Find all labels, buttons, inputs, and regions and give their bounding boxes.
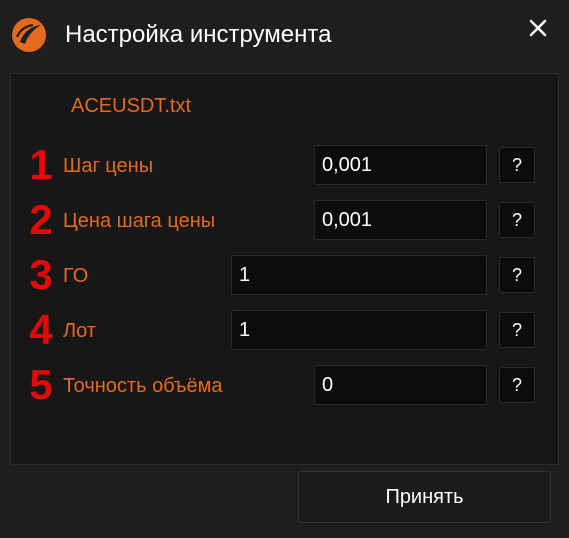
annotation-number-2: 2 — [29, 196, 53, 243]
volume-precision-label: Точность объёма — [63, 375, 223, 397]
volume-precision-help-button[interactable]: ? — [499, 367, 535, 403]
margin-help-button[interactable]: ? — [499, 257, 535, 293]
annotation-number-4: 4 — [29, 306, 53, 353]
close-button[interactable] — [521, 11, 555, 45]
app-logo-icon — [12, 18, 46, 52]
price-step-help-button[interactable]: ? — [499, 147, 535, 183]
instrument-file-name: ACEUSDT.txt — [71, 95, 192, 117]
volume-precision-input[interactable]: 0 — [314, 365, 487, 405]
annotation-number-3: 3 — [29, 251, 53, 298]
accept-button[interactable]: Принять — [298, 471, 551, 523]
lot-input[interactable]: 1 — [231, 310, 487, 350]
margin-input[interactable]: 1 — [231, 255, 487, 295]
margin-label: ГО — [63, 265, 89, 287]
price-step-label: Шаг цены — [63, 155, 154, 177]
close-icon — [529, 19, 547, 37]
annotation-number-5: 5 — [29, 361, 53, 408]
window-title: Настройка инструмента — [65, 21, 332, 48]
settings-panel: ACEUSDT.txt 1 Шаг цены 0,001 ? 2 Цена ша… — [10, 73, 559, 465]
lot-help-button[interactable]: ? — [499, 312, 535, 348]
price-step-value-input[interactable]: 0,001 — [314, 200, 487, 240]
price-step-input[interactable]: 0,001 — [314, 145, 487, 185]
price-step-value-help-button[interactable]: ? — [499, 202, 535, 238]
annotation-number-1: 1 — [29, 141, 53, 188]
price-step-value-label: Цена шага цены — [63, 210, 216, 232]
title-bar[interactable]: Настройка инструмента — [0, 0, 569, 70]
lot-label: Лот — [63, 320, 96, 342]
